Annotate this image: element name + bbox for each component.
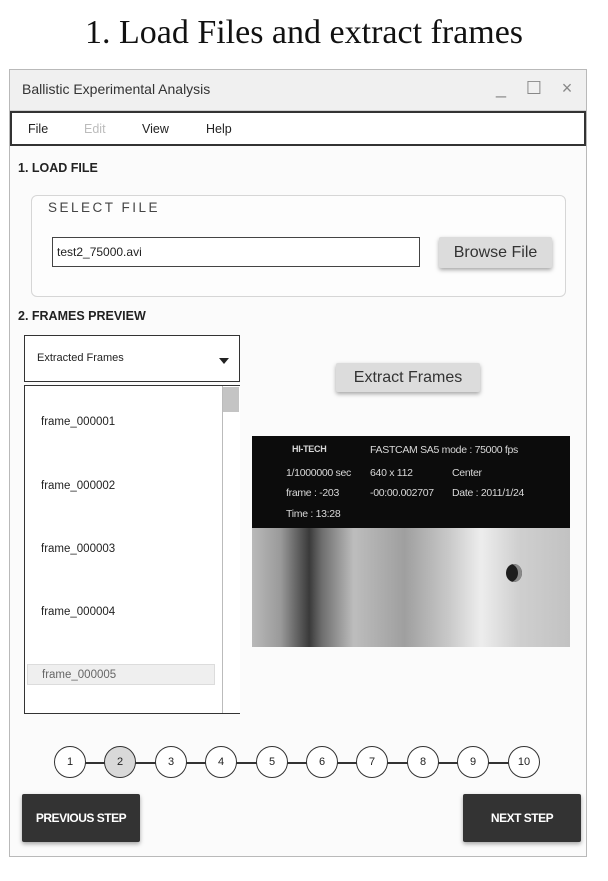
- frame-list-item-selected[interactable]: frame_000005: [27, 664, 215, 685]
- menu-file[interactable]: File: [28, 122, 48, 136]
- overlay-frame: frame : -203: [286, 487, 340, 499]
- overlay-position: Center: [452, 467, 482, 479]
- extract-frames-button[interactable]: Extract Frames: [336, 363, 480, 392]
- step-7[interactable]: 7: [356, 746, 388, 778]
- step-1[interactable]: 1: [54, 746, 86, 778]
- overlay-date: Date : 2011/1/24: [452, 487, 525, 499]
- step-10[interactable]: 10: [508, 746, 540, 778]
- menu-edit[interactable]: Edit: [84, 122, 106, 136]
- frame-list-item[interactable]: frame_000003: [41, 543, 115, 555]
- step-indicator: 1 2 3 4 5 6 7 8 9 10: [54, 746, 544, 778]
- step-6[interactable]: 6: [306, 746, 338, 778]
- frames-preview-heading: 2. FRAMES PREVIEW: [18, 309, 146, 323]
- overlay-brand: HI-TECH: [292, 444, 327, 454]
- overlay-resolution: 640 x 112: [370, 467, 413, 479]
- select-file-label: SELECT FILE: [48, 200, 161, 215]
- dropdown-selected-value: Extracted Frames: [37, 352, 124, 364]
- menu-bar: File Edit View Help: [10, 111, 586, 146]
- file-path-input[interactable]: [52, 237, 420, 267]
- scrollbar-thumb[interactable]: [223, 387, 239, 412]
- minimize-button[interactable]: _: [490, 78, 512, 99]
- step-9[interactable]: 9: [457, 746, 489, 778]
- projectile-shape: [506, 564, 522, 582]
- frame-list[interactable]: frame_000001 frame_000002 frame_000003 f…: [24, 385, 240, 714]
- frame-list-item[interactable]: frame_000001: [41, 416, 115, 428]
- step-4[interactable]: 4: [205, 746, 237, 778]
- browse-file-button[interactable]: Browse File: [439, 237, 552, 268]
- step-2[interactable]: 2: [104, 746, 136, 778]
- page-caption: 1. Load Files and extract frames: [84, 14, 524, 51]
- app-window: Ballistic Experimental Analysis _ ☐ × Fi…: [9, 69, 587, 857]
- menu-help[interactable]: Help: [206, 122, 232, 136]
- overlay-shutter: 1/1000000 sec: [286, 467, 351, 479]
- step-5[interactable]: 5: [256, 746, 288, 778]
- menu-view[interactable]: View: [142, 122, 169, 136]
- overlay-elapsed: -00:00.002707: [370, 487, 434, 499]
- frame-list-item[interactable]: frame_000002: [41, 480, 115, 492]
- next-step-button[interactable]: NEXT STEP: [463, 794, 581, 842]
- maximize-button[interactable]: ☐: [523, 78, 545, 99]
- load-file-heading: 1. LOAD FILE: [18, 161, 98, 175]
- step-3[interactable]: 3: [155, 746, 187, 778]
- preview-scene: [252, 528, 570, 647]
- select-file-group: SELECT FILE Browse File: [31, 195, 566, 297]
- frame-list-item[interactable]: frame_000004: [41, 606, 115, 618]
- previous-step-button[interactable]: PREVIOUS STEP: [22, 794, 140, 842]
- frames-source-dropdown[interactable]: Extracted Frames: [24, 335, 240, 382]
- step-8[interactable]: 8: [407, 746, 439, 778]
- window-title: Ballistic Experimental Analysis: [22, 81, 211, 97]
- title-bar: Ballistic Experimental Analysis _ ☐ ×: [10, 70, 586, 111]
- frame-preview-image: HI-TECH FASTCAM SA5 mode : 75000 fps 1/1…: [252, 436, 570, 647]
- chevron-down-icon: [219, 358, 229, 364]
- overlay-camera: FASTCAM SA5 mode : 75000 fps: [370, 444, 519, 456]
- frame-list-scrollbar[interactable]: [222, 386, 240, 713]
- close-button[interactable]: ×: [556, 78, 578, 99]
- overlay-time: Time : 13:28: [286, 508, 341, 520]
